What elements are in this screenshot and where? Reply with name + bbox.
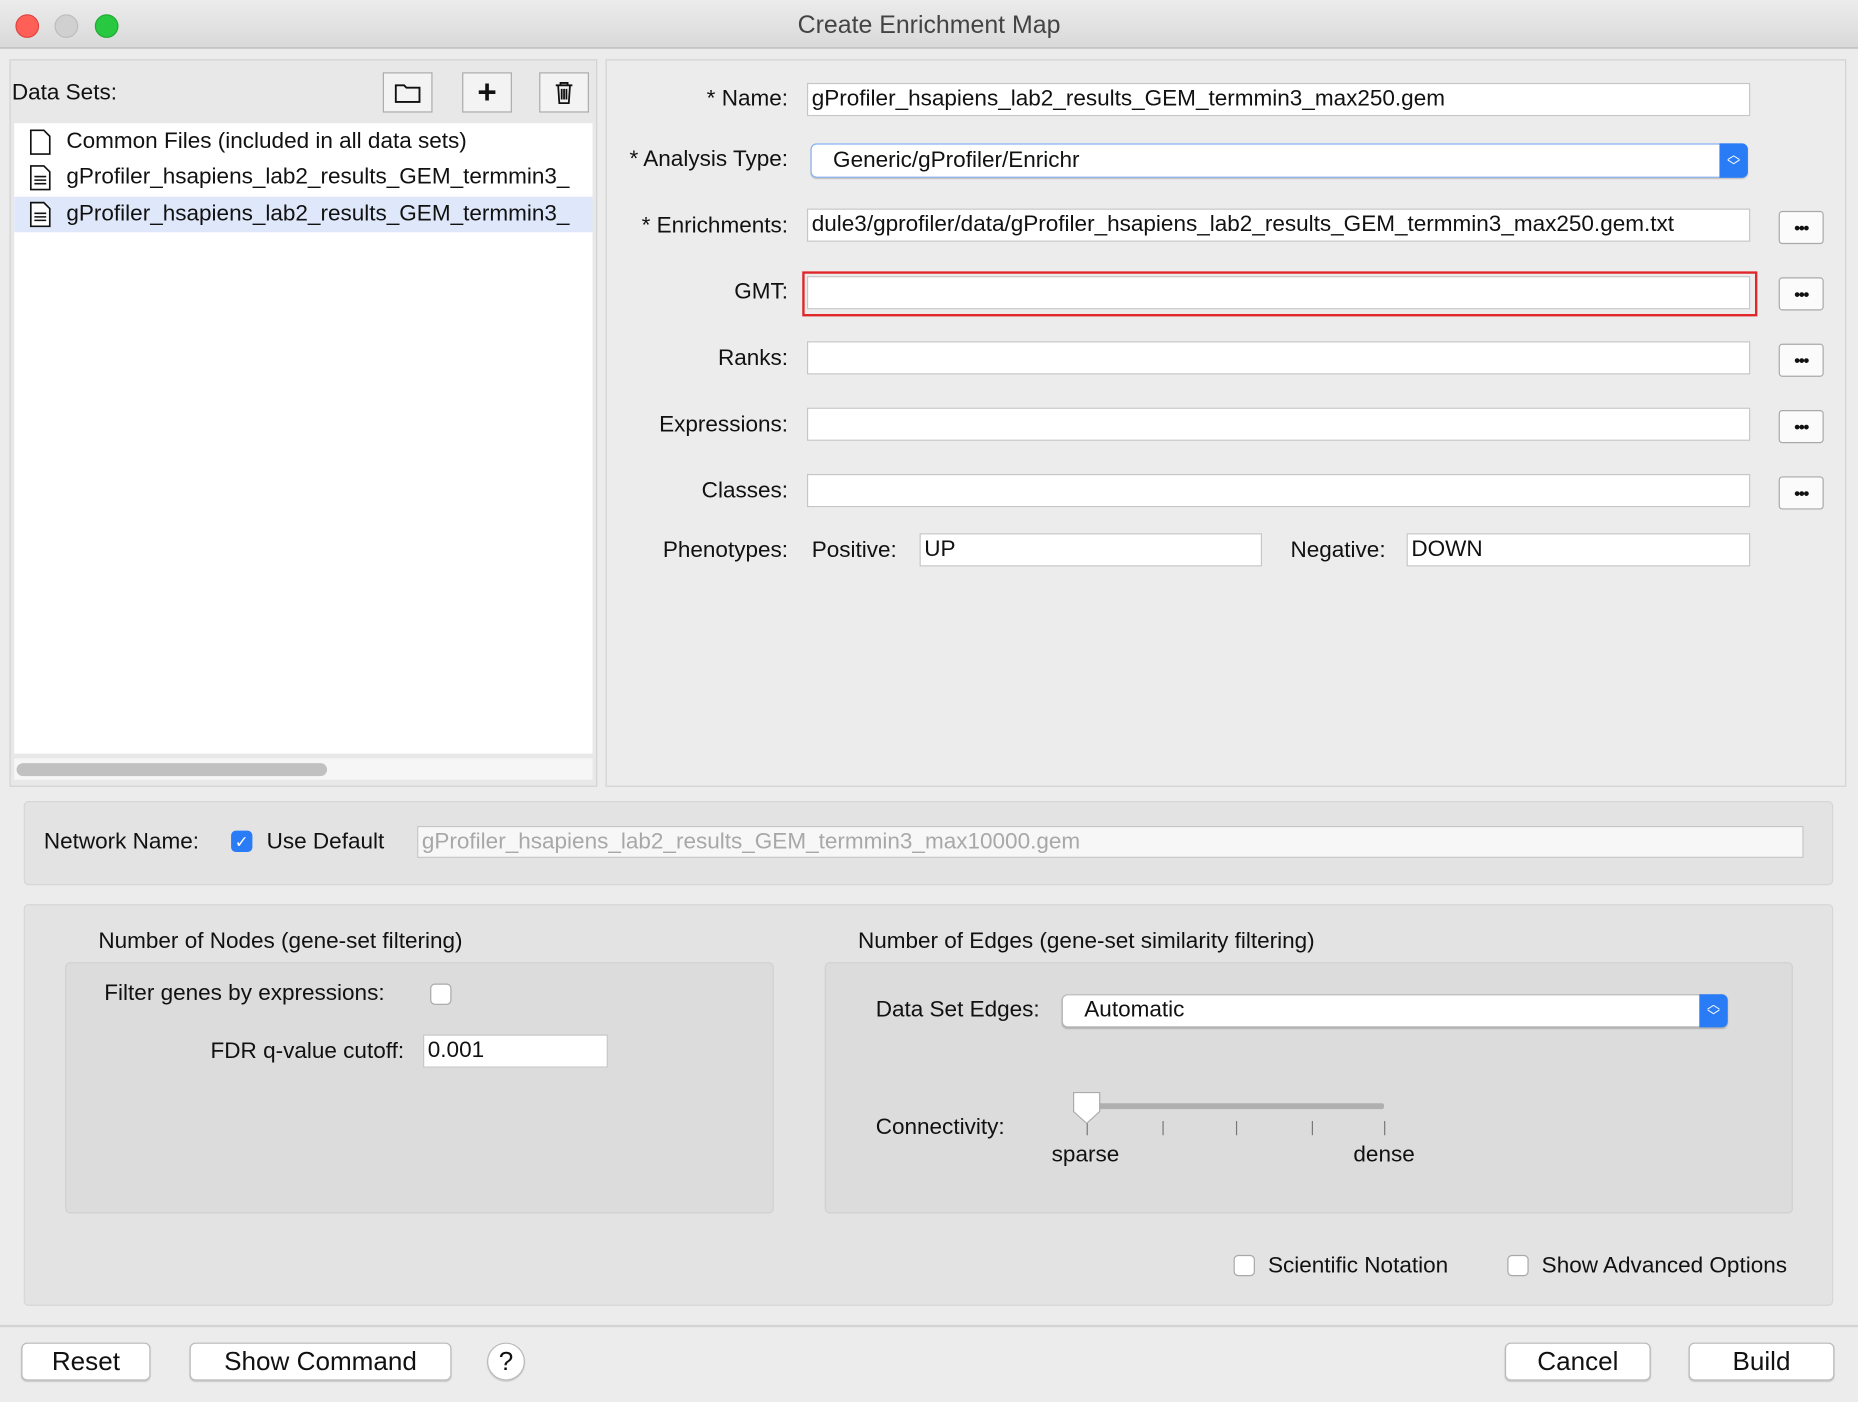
positive-phenotype-input[interactable]: UP (919, 533, 1263, 567)
fdr-cutoff-label: FDR q-value cutoff: (210, 1039, 405, 1065)
expressions-label: Expressions: (659, 412, 789, 438)
open-folder-button[interactable] (382, 72, 433, 113)
expressions-input[interactable] (806, 407, 1751, 441)
use-default-label: Use Default (266, 829, 385, 855)
enrichments-label: * Enrichments: (641, 213, 789, 239)
blank-file-icon (29, 129, 51, 155)
filter-genes-checkbox[interactable] (430, 983, 452, 1005)
analysis-type-select[interactable]: Generic/gProfiler/Enrichr ︿ ﹀ (810, 143, 1748, 178)
analysis-type-value: Generic/gProfiler/Enrichr (833, 147, 1080, 173)
name-label: * Name: (706, 86, 789, 112)
filter-genes-label: Filter genes by expressions: (104, 981, 385, 1007)
data-set-edges-value: Automatic (1084, 997, 1185, 1023)
connectivity-slider-thumb[interactable] (1070, 1090, 1103, 1126)
gmt-label: GMT: (734, 279, 789, 305)
data-set-edges-select[interactable]: Automatic ︿ ﹀ (1061, 994, 1728, 1028)
show-command-button[interactable]: Show Command (189, 1342, 452, 1381)
chevron-up-down-icon: ︿ ﹀ (1719, 143, 1748, 178)
name-input[interactable]: gProfiler_hsapiens_lab2_results_GEM_term… (806, 82, 1751, 117)
network-name-label: Network Name: (43, 829, 199, 855)
enrichments-input[interactable]: dule3/gprofiler/data/gProfiler_hsapiens_… (806, 208, 1751, 242)
sparse-label: sparse (1051, 1142, 1120, 1168)
footer-divider (0, 1324, 1858, 1328)
browse-enrichments-button[interactable]: ••• (1778, 210, 1824, 245)
negative-label: Negative: (1290, 537, 1386, 563)
help-button[interactable]: ? (487, 1342, 525, 1381)
ranks-label: Ranks: (717, 346, 789, 371)
create-enrichment-map-dialog: Create Enrichment Map Data Sets: + Commo… (0, 0, 1858, 1402)
classes-label: Classes: (701, 478, 789, 504)
slider-tick (1311, 1121, 1313, 1136)
gmt-input[interactable] (806, 276, 1751, 310)
slider-tick (1235, 1121, 1238, 1136)
dense-label: dense (1353, 1142, 1415, 1168)
ranks-input[interactable] (806, 341, 1751, 375)
data-sets-label: Data Sets: (11, 80, 117, 106)
folder-icon (394, 84, 421, 103)
reset-button[interactable]: Reset (21, 1342, 151, 1381)
slider-tick (1384, 1121, 1386, 1136)
checkmark-icon: ✓ (234, 831, 249, 851)
network-name-input[interactable]: gProfiler_hsapiens_lab2_results_GEM_term… (417, 825, 1804, 858)
use-default-checkbox[interactable]: ✓ (231, 830, 253, 853)
text-file-icon (29, 165, 51, 191)
scientific-notation-label: Scientific Notation (1267, 1253, 1449, 1279)
analysis-type-label: * Analysis Type: (629, 146, 789, 172)
data-set-edges-label: Data Set Edges: (875, 997, 1040, 1023)
positive-label: Positive: (811, 537, 897, 563)
classes-input[interactable] (806, 473, 1751, 508)
browse-ranks-button[interactable]: ••• (1778, 343, 1824, 377)
browse-expressions-button[interactable]: ••• (1778, 410, 1824, 444)
edges-section-title: Number of Edges (gene-set similarity fil… (857, 929, 1315, 954)
browse-gmt-button[interactable]: ••• (1778, 277, 1824, 311)
scientific-notation-checkbox[interactable] (1233, 1254, 1255, 1277)
browse-classes-button[interactable]: ••• (1778, 476, 1824, 510)
connectivity-slider-track[interactable] (1086, 1103, 1385, 1110)
list-item-label: Common Files (included in all data sets) (66, 129, 467, 155)
chevron-up-down-icon: ︿ ﹀ (1699, 994, 1728, 1028)
scrollbar-thumb[interactable] (16, 763, 328, 777)
window-title: Create Enrichment Map (797, 11, 1061, 40)
nodes-section-title: Number of Nodes (gene-set filtering) (98, 929, 463, 954)
negative-phenotype-input[interactable]: DOWN (1406, 533, 1751, 567)
text-file-icon (29, 201, 51, 228)
cancel-button[interactable]: Cancel (1504, 1342, 1651, 1381)
show-advanced-options-checkbox[interactable] (1507, 1254, 1529, 1277)
show-advanced-options-label: Show Advanced Options (1541, 1253, 1788, 1279)
fdr-cutoff-input[interactable]: 0.001 (423, 1034, 608, 1068)
slider-tick (1162, 1121, 1164, 1136)
connectivity-label: Connectivity: (875, 1115, 1005, 1140)
build-button[interactable]: Build (1688, 1342, 1835, 1381)
phenotypes-label: Phenotypes: (662, 537, 789, 563)
